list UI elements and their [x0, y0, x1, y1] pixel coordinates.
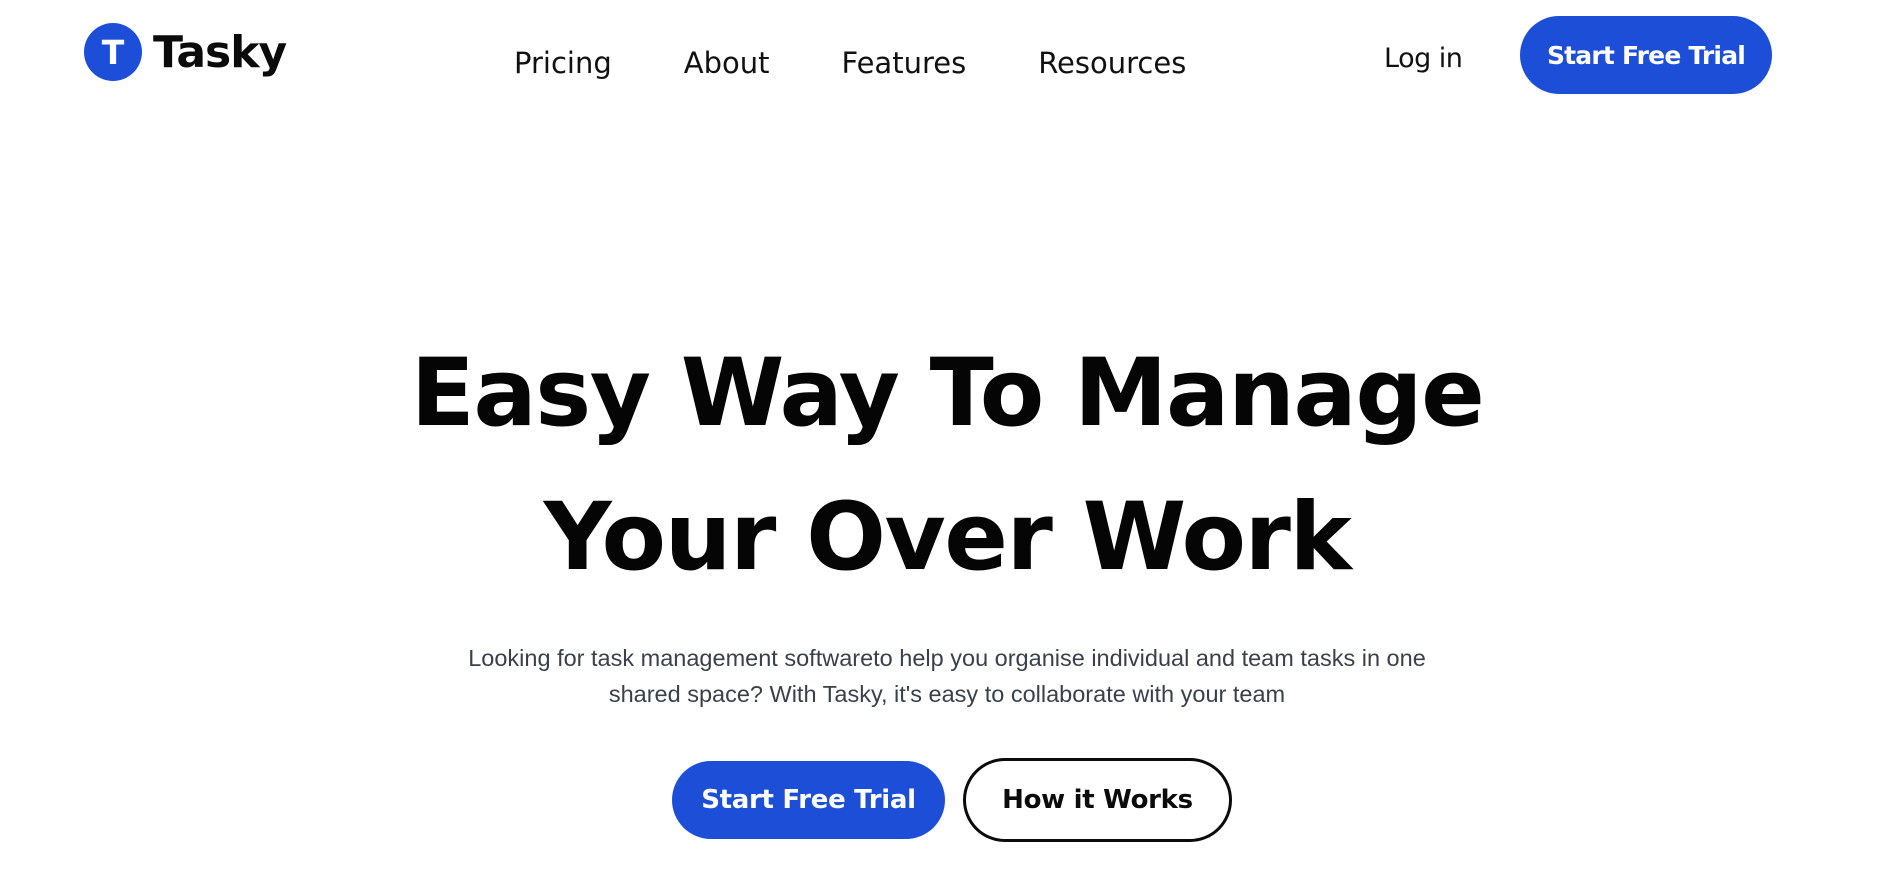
site-header: T Tasky Pricing About Features Resources…: [0, 0, 1894, 110]
hero-title-line-1: Easy Way To Manage: [410, 339, 1485, 448]
login-link[interactable]: Log in: [1384, 38, 1463, 78]
main-nav: Pricing About Features Resources: [514, 40, 1186, 86]
hero-subtitle: Looking for task management softwareto h…: [468, 645, 1426, 707]
brand-name: Tasky: [153, 26, 287, 78]
brand-logo[interactable]: T Tasky: [84, 22, 287, 82]
logo-icon: T: [84, 23, 142, 81]
nav-link-features[interactable]: Features: [842, 46, 967, 80]
hero-start-trial-button[interactable]: Start Free Trial: [672, 761, 945, 839]
nav-link-pricing[interactable]: Pricing: [514, 46, 612, 80]
nav-link-about[interactable]: About: [684, 46, 770, 80]
hero-title: Easy Way To Manage Your Over Work: [0, 322, 1894, 610]
how-it-works-button[interactable]: How it Works: [963, 758, 1232, 842]
nav-link-resources[interactable]: Resources: [1038, 46, 1186, 80]
header-start-trial-button[interactable]: Start Free Trial: [1520, 16, 1772, 94]
hero-title-line-2: Your Over Work: [543, 483, 1352, 592]
